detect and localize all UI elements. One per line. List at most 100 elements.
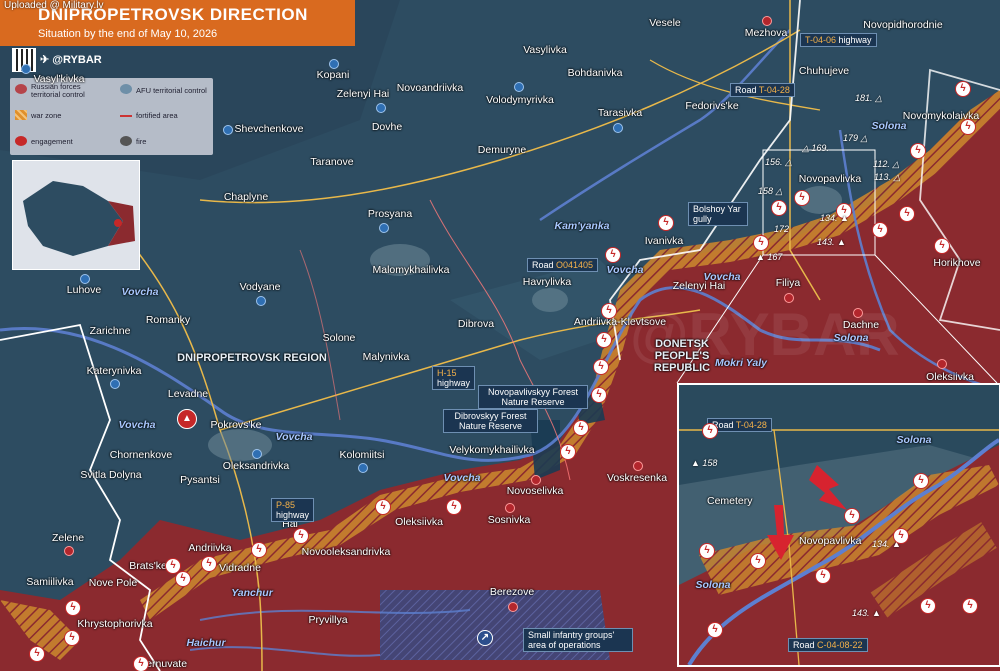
engagement-icon[interactable]: ϟ (899, 206, 915, 222)
engagement-icon[interactable]: ϟ (591, 387, 607, 403)
settlement-label: Fedorivs'ke (685, 100, 739, 112)
settlement-marker[interactable] (613, 123, 623, 133)
engagement-icon[interactable]: ϟ (29, 646, 45, 662)
settlement-marker[interactable] (853, 308, 863, 318)
engagement-icon[interactable]: ϟ (960, 119, 976, 135)
settlement-marker[interactable] (252, 449, 262, 459)
settlement-marker[interactable] (508, 602, 518, 612)
engagement-icon[interactable]: ϟ (375, 499, 391, 515)
settlement-label: Samiilivka (26, 576, 74, 588)
legend-war-zone: war zone (31, 111, 62, 120)
engagement-icon[interactable]: ϟ (658, 215, 674, 231)
settlement-label: Shevchenkove (234, 123, 304, 135)
settlement-marker[interactable] (784, 293, 794, 303)
settlement-label: Khrystophorivka (77, 618, 153, 630)
engagement-icon[interactable]: ϟ (175, 571, 191, 587)
settlement-label: Solone (322, 332, 356, 344)
engagement-icon[interactable]: ϟ (910, 143, 926, 159)
engagement-icon[interactable]: ϟ (707, 622, 723, 638)
settlement-label: Nove Pole (88, 577, 138, 589)
height-marker: 134. ▲ (820, 213, 849, 223)
engagement-icon[interactable]: ϟ (699, 543, 715, 559)
height-marker: 112. △ (873, 159, 900, 169)
engagement-icon[interactable]: ϟ (446, 499, 462, 515)
settlement-marker[interactable] (110, 379, 120, 389)
settlement-label: Dibrova (457, 318, 495, 330)
settlement-label: Tarasivka (597, 107, 643, 119)
settlement-label: Prosyana (367, 208, 413, 220)
engagement-icon[interactable]: ϟ (750, 553, 766, 569)
engagement-icon[interactable]: ϟ (934, 238, 950, 254)
settlement-label: Vasylivka (523, 44, 567, 56)
settlement-label: Novopavlivka (798, 173, 862, 185)
engagement-icon[interactable]: ϟ (593, 359, 609, 375)
settlement-marker[interactable] (80, 274, 90, 284)
detail-zoom-panel[interactable]: Road T-04-28 Road C-04-08-22 Cemetery No… (677, 383, 1000, 667)
settlement-label: Vidradne (219, 562, 261, 574)
settlement-marker[interactable] (505, 503, 515, 513)
engagement-icon[interactable]: ϟ (920, 598, 936, 614)
river-label: Vovcha (443, 472, 481, 484)
engagement-icon[interactable]: ϟ (65, 600, 81, 616)
settlement-label: Vasyl'kivka (33, 73, 85, 85)
engagement-icon[interactable]: ϟ (794, 190, 810, 206)
engagement-icon[interactable]: ϟ (601, 303, 617, 319)
telegram-channel-link[interactable]: ✈ @RYBAR (40, 53, 102, 66)
engagement-icon[interactable]: ϟ (605, 247, 621, 263)
engagement-icon[interactable]: ϟ (913, 473, 929, 489)
detail-town-label: Novopavlivka (799, 535, 862, 547)
engagement-icon[interactable]: ϟ (251, 542, 267, 558)
settlement-marker[interactable] (256, 296, 266, 306)
settlement-label: Vesele (649, 17, 681, 29)
settlement-label: Chornenkove (109, 449, 173, 461)
settlement-marker[interactable] (762, 16, 772, 26)
engagement-icon[interactable]: ϟ (201, 556, 217, 572)
engagement-icon[interactable]: ϟ (293, 528, 309, 544)
engagement-icon[interactable]: ϟ (872, 222, 888, 238)
river-label: Vovcha (606, 264, 644, 276)
infantry-icon[interactable]: ↗ (477, 630, 493, 646)
engagement-icon[interactable]: ϟ (844, 508, 860, 524)
settlement-marker[interactable] (514, 82, 524, 92)
settlement-label: Voskresenka (606, 472, 668, 484)
engagement-icon[interactable]: ϟ (64, 630, 80, 646)
engagement-icon[interactable]: ϟ (753, 235, 769, 251)
settlement-label: Oleksandrivka (222, 460, 290, 472)
road-tag: Road O041405 (527, 258, 599, 272)
settlement-label: Andriivka-Klevtsove (573, 316, 667, 328)
river-label: Solona (871, 120, 907, 132)
engagement-icon[interactable]: ϟ (596, 332, 612, 348)
fortified-swatch (120, 115, 132, 117)
engagement-icon[interactable]: ϟ (573, 420, 589, 436)
settlement-label: Oleksiivka (395, 516, 443, 528)
map-canvas[interactable]: @RYBAR DNIPROPETROVSK DIRECTION Situatio… (0, 0, 1000, 671)
settlement-marker[interactable] (64, 546, 74, 556)
settlement-marker[interactable] (379, 223, 389, 233)
settlement-marker[interactable] (223, 125, 233, 135)
engagement-icon[interactable]: ϟ (962, 598, 978, 614)
region-dnipropetrovsk: DNIPROPETROVSK REGION (177, 352, 327, 364)
settlement-marker[interactable] (358, 463, 368, 473)
engagement-icon[interactable]: ϟ (815, 568, 831, 584)
height-marker: △ 169. (802, 143, 829, 153)
engagement-icon[interactable]: ϟ (702, 423, 718, 439)
height-marker: 156. △ (765, 157, 792, 167)
engagement-icon[interactable]: ϟ (133, 656, 149, 671)
fire-icon[interactable]: ▲ (177, 409, 197, 429)
settlement-label: Vodyane (239, 281, 281, 293)
engagement-icon (15, 136, 27, 146)
settlement-marker[interactable] (937, 359, 947, 369)
height-marker: 181. △ (855, 93, 882, 103)
settlement-marker[interactable] (376, 103, 386, 113)
settlement-label: Oleksiivka (926, 371, 974, 383)
engagement-icon[interactable]: ϟ (955, 81, 971, 97)
engagement-icon[interactable]: ϟ (560, 444, 576, 460)
engagement-icon[interactable]: ϟ (771, 200, 787, 216)
road-tag: P-85 highway (271, 498, 315, 522)
settlement-marker[interactable] (531, 475, 541, 485)
settlement-marker[interactable] (633, 461, 643, 471)
engagement-icon[interactable]: ϟ (893, 528, 909, 544)
settlement-marker[interactable] (329, 59, 339, 69)
settlement-label: Zelene (51, 532, 85, 544)
settlement-marker[interactable] (21, 64, 31, 74)
